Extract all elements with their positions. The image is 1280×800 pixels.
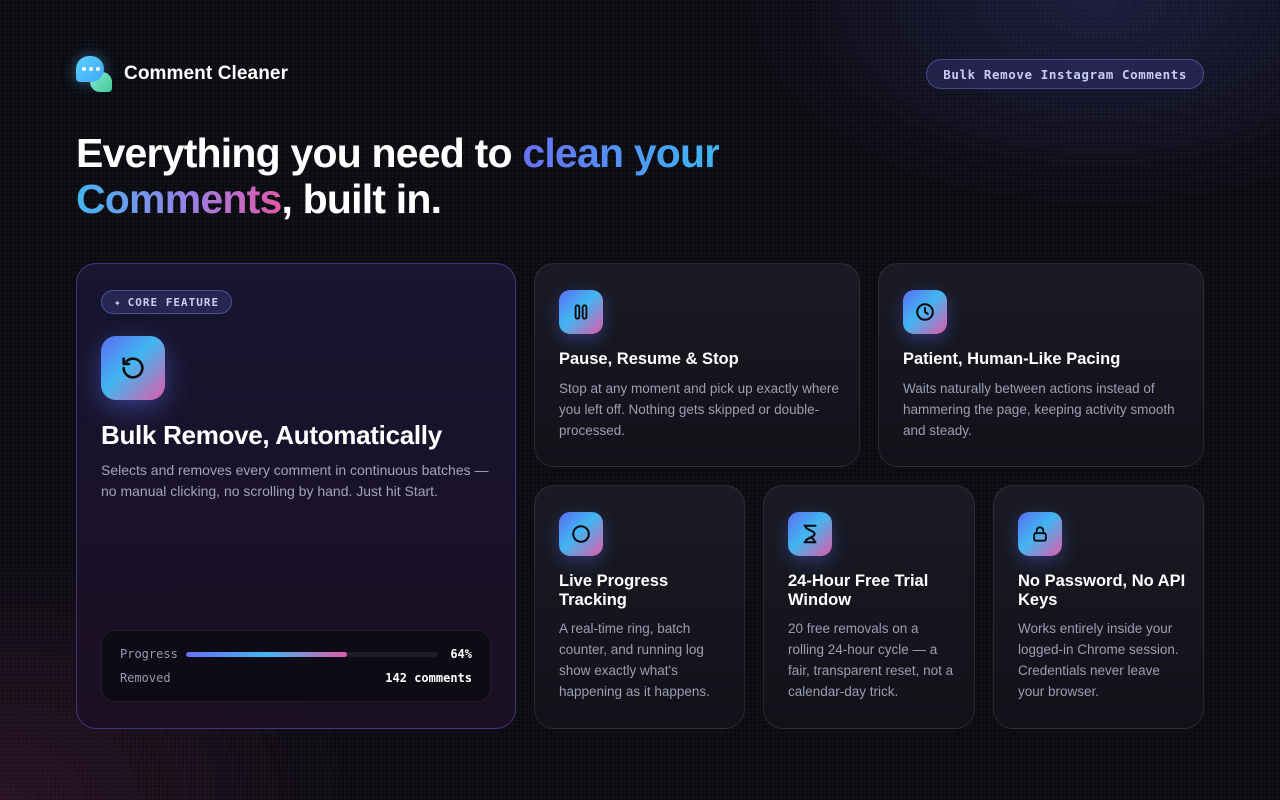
core-feature-badge-label: CORE FEATURE: [127, 295, 220, 309]
headline-accent2: Comments: [76, 176, 282, 222]
progress-panel: Progress 64% Removed 142 comments: [101, 630, 491, 702]
feature-title: Live Progress Tracking: [559, 572, 669, 609]
core-feature-card: ✦ CORE FEATURE Bulk Remove, Automaticall…: [76, 263, 516, 729]
removed-count: 142 comments: [385, 671, 472, 685]
chat-bubbles-icon: [76, 56, 112, 92]
progress-percent: 64%: [450, 647, 472, 661]
feature-description: 20 free removals on a rolling 24-hour cy…: [788, 621, 954, 699]
clock-icon: [903, 290, 947, 334]
core-feature-title: Bulk Remove, Automatically: [101, 420, 442, 450]
progress-bar-fill: [186, 651, 348, 657]
headline-part1: Everything you need to: [76, 130, 523, 176]
page-headline: Everything you need to clean your Commen…: [76, 130, 720, 222]
refresh-icon: [101, 336, 165, 400]
feature-description: Waits naturally between actions instead …: [903, 381, 1175, 438]
ring-icon: [559, 512, 603, 556]
hourglass-icon: [788, 512, 832, 556]
feature-title: 24-Hour Free Trial Window: [788, 572, 929, 609]
header-pill: Bulk Remove Instagram Comments: [926, 59, 1204, 89]
feature-title: Pause, Resume & Stop: [559, 350, 739, 368]
sparkle-icon: ✦: [114, 295, 122, 309]
feature-description: A real-time ring, batch counter, and run…: [559, 621, 710, 699]
headline-part2: , built in.: [281, 176, 442, 222]
headline-accent1: clean your: [522, 130, 720, 176]
brand: Comment Cleaner: [76, 56, 288, 92]
feature-title: No Password, No API Keys: [1018, 572, 1186, 609]
feature-description: Works entirely inside your logged-in Chr…: [1018, 621, 1179, 699]
feature-card-security: No Password, No API Keys Works entirely …: [993, 485, 1204, 729]
feature-card-pacing: Patient, Human-Like Pacing Waits natural…: [878, 263, 1204, 467]
progress-bar: [186, 651, 439, 657]
feature-card-trial: 24-Hour Free Trial Window 20 free remova…: [763, 485, 975, 729]
lock-icon: [1018, 512, 1062, 556]
feature-description: Stop at any moment and pick up exactly w…: [559, 381, 839, 438]
feature-card-pause: Pause, Resume & Stop Stop at any moment …: [534, 263, 860, 467]
core-feature-badge: ✦ CORE FEATURE: [101, 290, 233, 314]
progress-label: Progress: [120, 647, 178, 661]
pause-icon: [559, 290, 603, 334]
brand-name: Comment Cleaner: [124, 63, 289, 84]
feature-title: Patient, Human-Like Pacing: [903, 350, 1121, 368]
core-feature-description: Selects and removes every comment in con…: [101, 462, 489, 499]
removed-label: Removed: [120, 671, 171, 685]
feature-card-progress: Live Progress Tracking A real-time ring,…: [534, 485, 745, 729]
